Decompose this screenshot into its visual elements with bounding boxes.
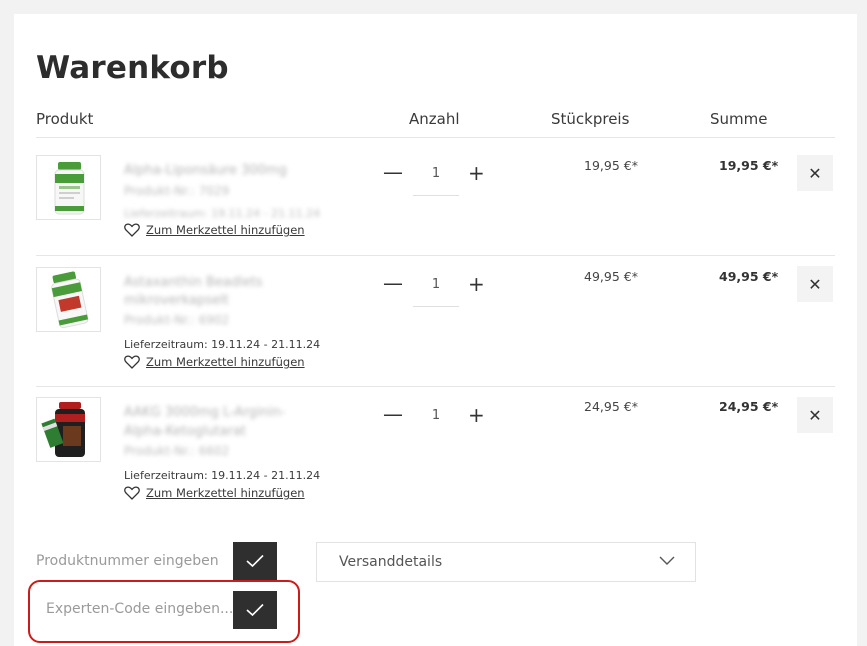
check-icon: [246, 554, 264, 568]
product-number: Produkt-Nr.: 6602: [124, 444, 230, 458]
line-total: 24,95 €*: [719, 399, 779, 414]
qty-decrease-button[interactable]: —: [383, 160, 403, 184]
product-number-input[interactable]: Produktnummer eingeben: [36, 553, 219, 569]
unit-price: 49,95 €*: [584, 269, 638, 284]
product-image[interactable]: [36, 397, 101, 462]
heart-icon: [124, 223, 140, 237]
shipping-details-dropdown[interactable]: Versanddetails: [316, 542, 696, 582]
qty-increase-button[interactable]: +: [468, 403, 485, 427]
wishlist-label: Zum Merkzettel hinzufügen: [146, 355, 305, 369]
header-sum: Summe: [710, 110, 768, 128]
add-product-button[interactable]: [233, 542, 277, 580]
row-divider: [36, 255, 835, 256]
header-unit-price: Stückpreis: [551, 110, 630, 128]
remove-item-button[interactable]: ✕: [797, 266, 833, 302]
page-title: Warenkorb: [36, 50, 229, 86]
product-number: Produkt-Nr.: 7029: [124, 184, 230, 198]
chevron-down-icon: [659, 556, 675, 565]
line-total: 49,95 €*: [719, 269, 779, 284]
product-image[interactable]: [36, 155, 101, 220]
row-divider: [36, 386, 835, 387]
heart-icon: [124, 486, 140, 500]
green-bottle-icon: [51, 271, 89, 329]
qty-value[interactable]: 1: [425, 408, 447, 423]
qty-decrease-button[interactable]: —: [383, 271, 403, 295]
qty-decrease-button[interactable]: —: [383, 402, 403, 426]
product-image[interactable]: [36, 267, 101, 332]
remove-item-button[interactable]: ✕: [797, 155, 833, 191]
product-name[interactable]: Astaxanthin Beadlets: [124, 274, 263, 292]
delivery-period: Lieferzeitraum: 19.11.24 - 21.11.24: [124, 207, 321, 220]
wishlist-label: Zum Merkzettel hinzufügen: [146, 486, 305, 500]
close-icon: ✕: [808, 274, 822, 294]
header-product: Produkt: [36, 110, 94, 128]
qty-increase-button[interactable]: +: [468, 272, 485, 296]
product-name[interactable]: AAKG 3000mg L-Arginin-: [124, 404, 285, 422]
delivery-period: Lieferzeitraum: 19.11.24 - 21.11.24: [124, 338, 321, 351]
qty-value[interactable]: 1: [425, 277, 447, 292]
unit-price: 24,95 €*: [584, 399, 638, 414]
green-bottle-icon: [54, 162, 85, 215]
qty-increase-button[interactable]: +: [468, 161, 485, 185]
product-name-line2: Alpha-Ketoglutarat: [124, 424, 247, 439]
delivery-period: Lieferzeitraum: 19.11.24 - 21.11.24: [124, 469, 321, 482]
unit-price: 19,95 €*: [584, 158, 638, 173]
header-qty: Anzahl: [409, 110, 460, 128]
heart-icon: [124, 355, 140, 369]
expert-code-highlight: [28, 580, 300, 643]
red-bottle-icon: [41, 402, 85, 457]
shipping-details-label: Versanddetails: [339, 554, 443, 570]
product-name[interactable]: Alpha-Liponsäure 300mg: [124, 162, 287, 180]
qty-value[interactable]: 1: [425, 166, 447, 181]
line-total: 19,95 €*: [719, 158, 779, 173]
qty-underline: [413, 306, 459, 307]
wishlist-link[interactable]: Zum Merkzettel hinzufügen: [124, 355, 305, 369]
qty-underline: [413, 195, 459, 196]
wishlist-link[interactable]: Zum Merkzettel hinzufügen: [124, 486, 305, 500]
wishlist-label: Zum Merkzettel hinzufügen: [146, 223, 305, 237]
wishlist-link[interactable]: Zum Merkzettel hinzufügen: [124, 223, 305, 237]
product-number: Produkt-Nr.: 6902: [124, 313, 230, 327]
remove-item-button[interactable]: ✕: [797, 397, 833, 433]
product-name-line2: mikroverkapselt: [124, 293, 229, 308]
close-icon: ✕: [808, 163, 822, 183]
close-icon: ✕: [808, 405, 822, 425]
header-divider: [36, 137, 835, 138]
